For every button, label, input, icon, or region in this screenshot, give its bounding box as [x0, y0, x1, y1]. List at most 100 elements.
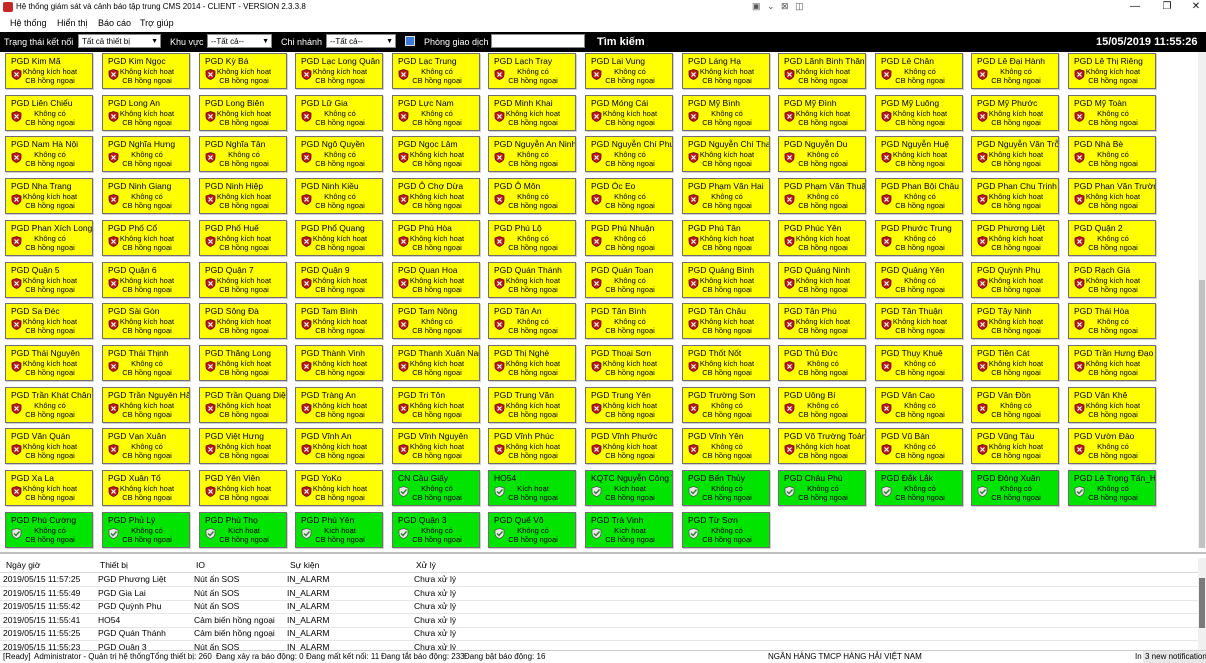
- device-tile[interactable]: PGD Phú Tân Không kích hoạt CB hồng ngoại: [682, 219, 770, 256]
- device-tile[interactable]: PGD Liên Chiểu Không có CB hồng ngoại: [5, 94, 93, 131]
- log-row[interactable]: 2019/05/15 11:55:42 PGD Quỳnh Phụ Nút ấn S…: [0, 600, 1200, 615]
- device-tile[interactable]: PGD YoKo Không kích hoạt CB hồng ngoại: [295, 470, 383, 506]
- device-tile[interactable]: PGD Trần Nguyên Hãn Không kích hoạt CB hồn…: [102, 386, 190, 423]
- device-tile[interactable]: PGD Từ Sơn Không có CB hồng ngoại: [682, 511, 770, 548]
- device-tile[interactable]: PGD Bến Thủy Không có CB hồng ngoại: [682, 470, 770, 506]
- device-tile[interactable]: PGD Nghĩa Hưng Không có CB hồng ngoại: [102, 136, 190, 173]
- device-tile[interactable]: PGD Vũng Tàu Không kích hoạt CB hồng ngoại: [971, 428, 1059, 465]
- device-tile[interactable]: PGD Vườn Đào Không có CB hồng ngoại: [1068, 428, 1156, 465]
- device-tile[interactable]: PGD Quận 7 Không kích hoạt CB hồng ngoại: [199, 261, 287, 298]
- device-tile[interactable]: PGD Phú Lộ Không có CB hồng ngoại: [488, 219, 576, 256]
- office-input[interactable]: [491, 34, 585, 48]
- menu-help[interactable]: Trợ giúp: [140, 17, 174, 29]
- device-tile[interactable]: PGD Tiền Cát Không kích hoạt CB hồng ngoại: [971, 344, 1059, 381]
- device-tile[interactable]: PGD Thăng Long Không kích hoạt CB hồng ngo…: [199, 344, 287, 381]
- device-tile[interactable]: PGD Thành Vinh Không kích hoạt CB hồng ngo…: [295, 344, 383, 381]
- grid-scrollbar[interactable]: [1198, 52, 1206, 548]
- device-tile[interactable]: PGD Phú Nhuận Không có CB hồng ngoại: [585, 219, 673, 256]
- col-handling[interactable]: Xử lý: [416, 559, 436, 571]
- device-tile[interactable]: PGD Trung Yên Không kích hoạt CB hồng ngoạ…: [585, 386, 673, 423]
- log-row[interactable]: 2019/05/15 11:55:25 PGD Quán Thánh Cảm biế…: [0, 627, 1200, 642]
- device-tile[interactable]: PGD Vĩnh Phúc Không kích hoạt CB hồng ngoạ…: [488, 428, 576, 465]
- device-tile[interactable]: PGD Quán Thánh Không kích hoạt CB hồng ngo…: [488, 261, 576, 298]
- scrollbar-thumb[interactable]: [1199, 578, 1205, 628]
- device-tile[interactable]: PGD Việt Hưng Không kích hoạt CB hồng ngoạ…: [199, 428, 287, 465]
- device-tile[interactable]: PGD Võ Trường Toản Không kích hoạt CB hồng…: [778, 428, 866, 465]
- device-tile[interactable]: PGD Châu Phú Không có CB hồng ngoại: [778, 470, 866, 506]
- device-tile[interactable]: HO54 Kích hoạt CB hồng ngoại: [488, 470, 576, 506]
- device-tile[interactable]: PGD Tân Bình Không có CB hồng ngoại: [585, 303, 673, 340]
- device-tile[interactable]: PGD Nguyễn Văn Trỗi Không kích hoạt CB hồn…: [971, 136, 1059, 173]
- device-tile[interactable]: PGD Ô Môn Không có CB hồng ngoại: [488, 178, 576, 215]
- device-tile[interactable]: PGD Phố Cổ Không kích hoạt CB hồng ngoại: [102, 219, 190, 256]
- device-tile[interactable]: PGD Nhà Bè Không có CB hồng ngoại: [1068, 136, 1156, 173]
- device-tile[interactable]: PGD Tam Nông Không có CB hồng ngoại: [392, 303, 480, 340]
- device-tile[interactable]: PGD Lê Thị Riêng Không kích hoạt CB hồng n…: [1068, 53, 1156, 89]
- device-tile[interactable]: PGD Vĩnh An Không kích hoạt CB hồng ngoại: [295, 428, 383, 465]
- device-tile[interactable]: PGD Phan Chu Trinh Không kích hoạt CB hồng…: [971, 178, 1059, 215]
- device-tile[interactable]: PGD Lạc Trung Không có CB hồng ngoại: [392, 53, 480, 89]
- device-tile[interactable]: PGD Nghĩa Tân Không có CB hồng ngoại: [199, 136, 287, 173]
- device-tile[interactable]: PGD Mỹ Phước Không kích hoạt CB hồng ngoại: [971, 94, 1059, 131]
- menu-system[interactable]: Hệ thống: [10, 17, 47, 29]
- device-tile[interactable]: PGD Kỳ Bá Không kích hoạt CB hồng ngoại: [199, 53, 287, 89]
- device-tile[interactable]: PGD Tân An Không có CB hồng ngoại: [488, 303, 576, 340]
- device-tile[interactable]: PGD Thị Nghè Không kích hoạt CB hồng ngoại: [488, 344, 576, 381]
- device-tile[interactable]: PGD Sài Gòn Không kích hoạt CB hồng ngoại: [102, 303, 190, 340]
- device-tile[interactable]: PGD Quận 9 Không kích hoạt CB hồng ngoại: [295, 261, 383, 298]
- device-tile[interactable]: PGD Lê Trọng Tấn_HC Không có CB hồng ngoại: [1068, 470, 1156, 506]
- device-tile[interactable]: PGD Nguyễn Chí ThanhKhông kích hoạtCB hồ…: [682, 136, 770, 173]
- log-scrollbar[interactable]: [1198, 558, 1206, 650]
- device-tile[interactable]: PGD Ô Chợ Dừa Không kích hoạt CB hồng ngoạ…: [392, 178, 480, 215]
- device-tile[interactable]: PGD Ninh Giang Không có CB hồng ngoại: [102, 178, 190, 215]
- device-tile[interactable]: PGD Long Biên Không kích hoạt CB hồng ngoạ…: [199, 94, 287, 131]
- device-tile[interactable]: PGD Phú Yên Kích hoạt CB hồng ngoại: [295, 511, 383, 548]
- device-tile[interactable]: PGD Lữ Gia Không có CB hồng ngoại: [295, 94, 383, 131]
- device-tile[interactable]: PGD Quảng Yên Không có CB hồng ngoại: [875, 261, 963, 298]
- device-tile[interactable]: PGD Phan Bội Châu Không có CB hồng ngoại: [875, 178, 963, 215]
- col-datetime[interactable]: Ngày giờ: [6, 559, 40, 571]
- device-tile[interactable]: PGD Lai Vung Không có CB hồng ngoại: [585, 53, 673, 89]
- device-tile[interactable]: PGD Văn Quán Không kích hoạt CB hồng ngoại: [5, 428, 93, 465]
- device-tile[interactable]: PGD Phủ Lý Không có CB hồng ngoại: [102, 511, 190, 548]
- close-button[interactable]: ✕: [1182, 0, 1206, 14]
- device-tile[interactable]: PGD Trần Hưng Đạo Không kích hoạt CB hồng …: [1068, 344, 1156, 381]
- device-tile[interactable]: PGD Phan Xích Long Không có CB hồng ngoại: [5, 219, 93, 256]
- device-tile[interactable]: PGD Mỹ Toàn Không có CB hồng ngoại: [1068, 94, 1156, 131]
- device-tile[interactable]: PGD Thái Nguyên Không kích hoạt CB hồng ng…: [5, 344, 93, 381]
- device-tile[interactable]: PGD Trung Văn Không kích hoạt CB hồng ngoạ…: [488, 386, 576, 423]
- device-tile[interactable]: PGD Sông Đà Không kích hoạt CB hồng ngoại: [199, 303, 287, 340]
- device-tile[interactable]: PGD Tây Ninh Không kích hoạt CB hồng ngoại: [971, 303, 1059, 340]
- device-tile[interactable]: PGD Phú Hòa Không kích hoạt CB hồng ngoại: [392, 219, 480, 256]
- device-tile[interactable]: PGD Quảng Ninh Không kích hoạt CB hồng ngo…: [778, 261, 866, 298]
- device-tile[interactable]: PGD Phước Trung Không có CB hồng ngoại: [875, 219, 963, 256]
- device-tile[interactable]: PGD Vân Cao Không có CB hồng ngoại: [875, 386, 963, 423]
- device-tile[interactable]: PGD Tân Châu Không kích hoạt CB hồng ngoại: [682, 303, 770, 340]
- device-tile[interactable]: PGD Minh Khai Không kích hoạt CB hồng ngoạ…: [488, 94, 576, 131]
- device-tile[interactable]: PGD Trà Vinh Kích hoạt CB hồng ngoại: [585, 511, 673, 548]
- menu-report[interactable]: Báo cáo: [98, 17, 131, 29]
- minimize-button[interactable]: —: [1121, 0, 1149, 14]
- menu-view[interactable]: Hiển thị: [57, 17, 88, 29]
- device-tile[interactable]: PGD Quan Hoa Không kích hoạt CB hồng ngoại: [392, 261, 480, 298]
- device-tile[interactable]: PGD Quán Toan Không có CB hồng ngoại: [585, 261, 673, 298]
- device-tile[interactable]: PGD Quận 3 Không có CB hồng ngoại: [392, 511, 480, 548]
- device-tile[interactable]: PGD Nguyễn Chí PhướcKhông cóCB hồng ngoạ…: [585, 136, 673, 173]
- log-row[interactable]: 2019/05/15 11:55:49 PGD Gia Lai Nút ấn SOS…: [0, 587, 1200, 601]
- device-tile[interactable]: PGD Lạch Tray Không có CB hồng ngoại: [488, 53, 576, 89]
- device-tile[interactable]: PGD Thanh Xuân Nam Không kích hoạt CB hồng…: [392, 344, 480, 381]
- device-tile[interactable]: PGD Thái Thịnh Không có CB hồng ngoại: [102, 344, 190, 381]
- device-tile[interactable]: PGD Lạc Long Quân Không kích hoạt CB hồng …: [295, 53, 383, 89]
- device-tile[interactable]: PGD Phạm Văn Hai Không có CB hồng ngoại: [682, 178, 770, 215]
- device-tile[interactable]: PGD Long An Không kích hoạt CB hồng ngoại: [102, 94, 190, 131]
- device-tile[interactable]: PGD Lê Đại Hành Không có CB hồng ngoại: [971, 53, 1059, 89]
- scrollbar-thumb[interactable]: [1199, 280, 1205, 548]
- device-tile[interactable]: KQTC Nguyễn Công T Kích hoạt CB hồng ngoại: [585, 470, 673, 506]
- device-tile[interactable]: PGD Văn Khê Không kích hoạt CB hồng ngoại: [1068, 386, 1156, 423]
- notifications-badge[interactable]: 3 new notifications: [1143, 651, 1206, 663]
- device-tile[interactable]: PGD Vạn Xuân Không có CB hồng ngoại: [102, 428, 190, 465]
- device-tile[interactable]: PGD Trần Khát Chân Không có CB hồng ngoại: [5, 386, 93, 423]
- device-tile[interactable]: PGD Mỹ Đình Không kích hoạt CB hồng ngoại: [778, 94, 866, 131]
- device-tile[interactable]: PGD Thủ Đức Không có CB hồng ngoại: [778, 344, 866, 381]
- device-tile[interactable]: PGD Lãnh Binh Thăng Không kích hoạt CB hồn…: [778, 53, 866, 89]
